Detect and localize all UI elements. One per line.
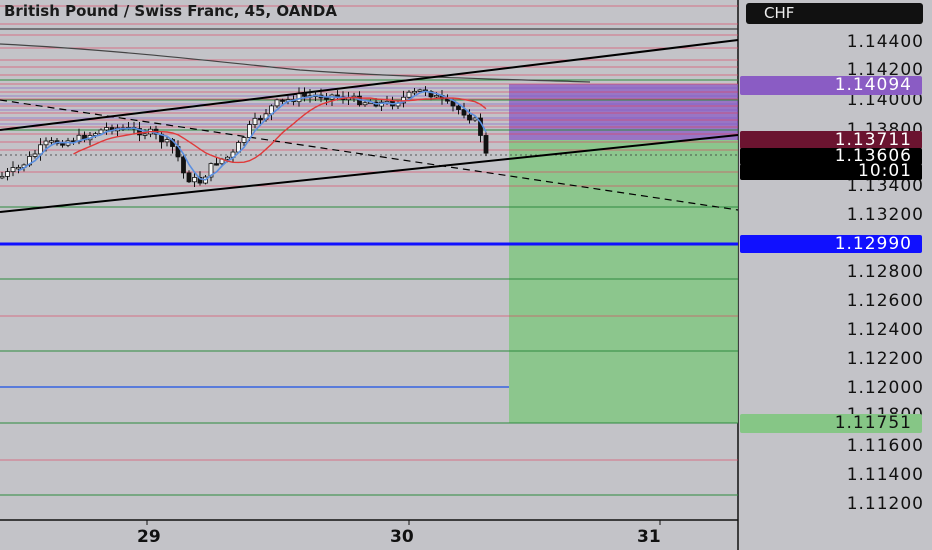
bearish-candle	[60, 143, 65, 146]
target-price-badge: 1.11751	[740, 414, 922, 433]
bullish-candle	[192, 177, 197, 183]
price-axis-label: 1.12200	[846, 349, 924, 369]
price-axis-label: 1.11200	[846, 494, 924, 514]
bullish-candle	[0, 175, 5, 179]
bullish-candle	[412, 90, 417, 94]
bullish-candle	[362, 102, 368, 106]
bearish-candle	[280, 99, 285, 102]
price-axis-label: 1.12000	[846, 378, 924, 398]
bullish-candle	[252, 117, 258, 125]
price-axis-label: 1.13200	[846, 205, 924, 225]
bar-countdown-badge: 10:01	[740, 163, 922, 180]
upper-zone-price-badge: 1.14094	[740, 76, 922, 95]
symbol-title: British Pound / Swiss Franc, 45, OANDA	[4, 2, 337, 20]
price-axis-label: 1.12400	[846, 320, 924, 340]
currency-label: CHF	[764, 4, 795, 22]
bullish-candle	[274, 99, 280, 107]
bullish-candle	[10, 167, 16, 173]
bullish-candle	[434, 95, 439, 98]
bullish-candle	[241, 137, 247, 143]
bullish-candle	[164, 139, 170, 143]
bullish-candle	[5, 171, 10, 177]
price-axis-label: 1.11400	[846, 465, 924, 485]
bullish-candle	[16, 167, 21, 170]
bearish-candle	[483, 135, 489, 154]
bearish-candle	[186, 172, 192, 183]
bearish-candle	[214, 163, 219, 166]
currency-button[interactable]: CHF	[746, 3, 923, 24]
bullish-candle	[225, 156, 230, 160]
price-axis-label: 1.12600	[846, 291, 924, 311]
price-axis-label: 1.12800	[846, 262, 924, 282]
bearish-candle	[467, 114, 472, 121]
blue-level-price-badge: 1.12990	[740, 235, 922, 253]
bullish-candle	[49, 140, 54, 143]
bearish-candle	[302, 93, 307, 97]
bullish-candle	[142, 133, 148, 136]
bearish-candle	[456, 105, 461, 110]
bullish-candle	[417, 89, 423, 92]
price-axis-label: 1.14400	[846, 32, 924, 52]
bearish-candle	[324, 97, 329, 100]
bullish-candle	[104, 127, 109, 131]
time-axis-label: 29	[137, 527, 161, 547]
bearish-candle	[181, 156, 186, 174]
short-position-target-zone	[509, 140, 738, 423]
bullish-candle	[406, 91, 412, 98]
time-axis-label: 31	[637, 527, 661, 547]
bearish-candle	[461, 109, 467, 116]
bullish-candle	[32, 153, 38, 157]
trading-chart-screen: British Pound / Swiss Franc, 45, OANDA C…	[0, 0, 932, 550]
bullish-candle	[43, 140, 49, 146]
bearish-candle	[258, 117, 263, 121]
price-axis-label: 1.11600	[846, 436, 924, 456]
long-moving-average	[0, 43, 591, 83]
time-axis-label: 30	[390, 527, 414, 547]
